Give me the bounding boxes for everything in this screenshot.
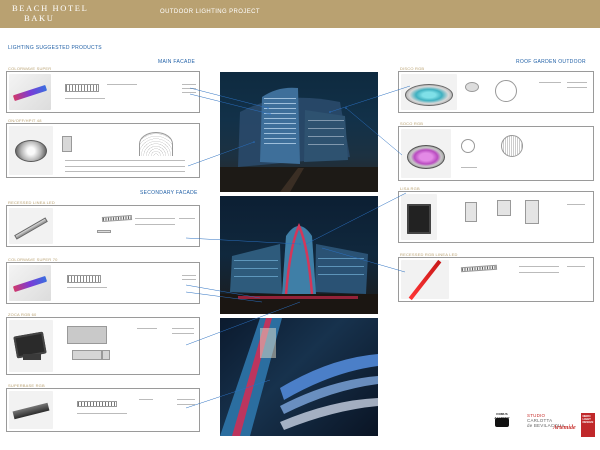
project-title: OUTDOOR LIGHTING PROJECT <box>160 9 260 15</box>
main-facade-title: MAIN FACADE <box>158 59 196 65</box>
product-card-lisa[interactable] <box>398 191 594 243</box>
product-card-hpit[interactable] <box>6 123 200 178</box>
technical-drawing <box>67 275 101 283</box>
product-card-zoca[interactable] <box>6 317 200 375</box>
brand-logo: BEACH HOTEL BAKU <box>12 3 88 23</box>
product-photo <box>401 259 449 301</box>
artemide-logo: Artemide <box>553 425 576 431</box>
domus-academy-logo: DOMUSACADEMYMILANO <box>490 412 514 427</box>
technical-drawing <box>460 264 498 273</box>
technical-drawing <box>77 401 117 407</box>
detail-view-photo <box>220 318 378 436</box>
suggested-products-title: LIGHTING SUGGESTED PRODUCTS <box>8 45 102 51</box>
product-photo <box>9 320 53 372</box>
product-card-colorwave-70[interactable] <box>6 262 200 304</box>
technical-drawing <box>62 136 72 152</box>
technical-drawing <box>461 139 475 153</box>
technical-drawing <box>465 202 477 222</box>
product-card-colorwave-super[interactable] <box>6 71 200 113</box>
product-photo <box>401 194 437 240</box>
product-card-disco[interactable] <box>398 71 594 113</box>
product-photo <box>9 265 51 301</box>
product-photo <box>9 126 53 175</box>
product-photo <box>9 74 51 110</box>
header-bar: BEACH HOTEL BAKU OUTDOOR LIGHTING PROJEC… <box>0 0 600 28</box>
brand-line-1: BEACH HOTEL <box>12 3 89 13</box>
product-card-recessed-rgb[interactable] <box>398 257 594 302</box>
product-photo <box>401 129 451 178</box>
product-photo <box>9 391 53 429</box>
product-card-soco[interactable] <box>398 126 594 181</box>
technical-drawing <box>465 82 479 92</box>
light-design-logo: NERO LIGHT DESIGN <box>581 413 595 437</box>
product-photo <box>9 208 53 244</box>
main-facade-photo <box>220 72 378 192</box>
technical-drawing <box>65 84 99 92</box>
product-card-superbase[interactable] <box>6 388 200 432</box>
technical-drawing <box>101 214 133 223</box>
secondary-facade-title: SECONDARY FACADE <box>140 190 198 196</box>
roof-garden-title: ROOF GARDEN OUTDOOR <box>516 59 586 65</box>
product-photo <box>401 74 457 110</box>
secondary-facade-photo <box>220 196 378 314</box>
technical-drawing <box>67 326 107 344</box>
product-card-recessed-linea[interactable] <box>6 205 200 247</box>
photometric-diagram <box>139 132 173 156</box>
brand-line-2: BAKU <box>24 13 55 23</box>
